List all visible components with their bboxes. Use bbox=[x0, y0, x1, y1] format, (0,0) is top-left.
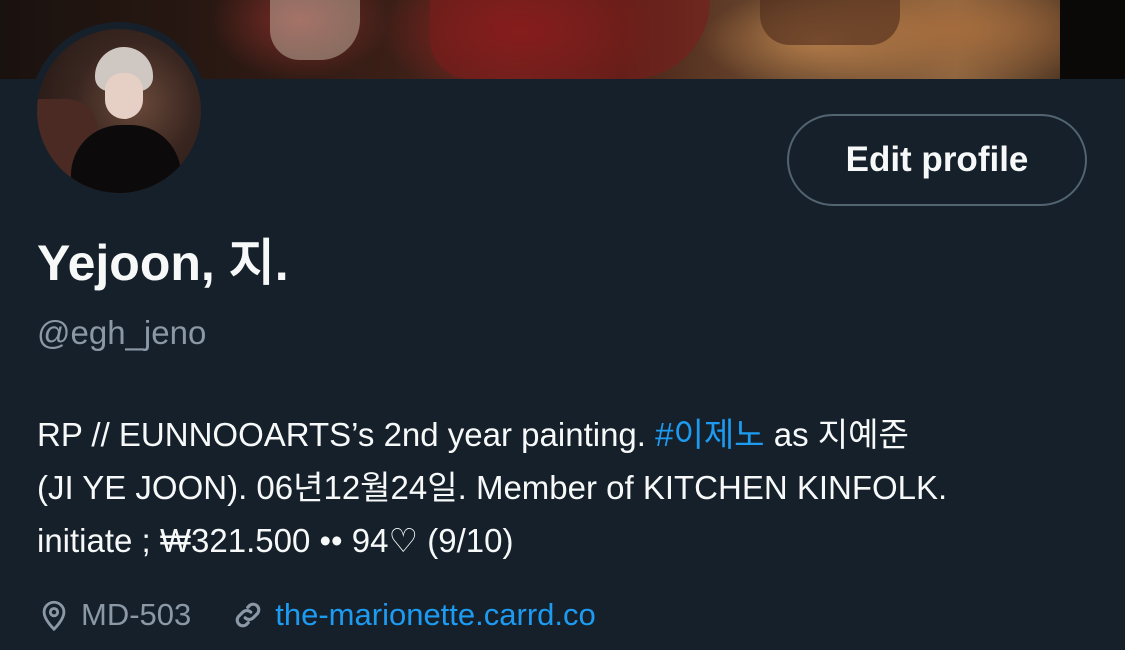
username-handle: @egh_jeno bbox=[37, 314, 207, 351]
website-item[interactable]: the-marionette.carrd.co bbox=[231, 597, 596, 633]
link-icon bbox=[231, 598, 265, 632]
display-name: Yejoon, 지. bbox=[37, 235, 289, 291]
banner-detail bbox=[1060, 0, 1125, 79]
bio-text: as 지예준 bbox=[764, 416, 909, 453]
bio-text: RP // EUNNOOARTS’s 2nd year painting. bbox=[37, 416, 656, 453]
location-text: MD-503 bbox=[81, 597, 192, 632]
edit-profile-button[interactable]: Edit profile bbox=[787, 114, 1087, 206]
location-item: MD-503 bbox=[37, 597, 191, 633]
banner-detail bbox=[760, 0, 900, 45]
avatar-face bbox=[105, 73, 143, 119]
banner-detail bbox=[430, 0, 710, 79]
location-pin-icon bbox=[37, 598, 71, 632]
website-link[interactable]: the-marionette.carrd.co bbox=[275, 597, 595, 633]
banner-detail bbox=[270, 0, 360, 60]
bio-line: (JI YE JOON). 06년12월24일. Member of KITCH… bbox=[37, 469, 948, 506]
profile-meta: MD-503 the-marionette.carrd.co bbox=[37, 591, 596, 639]
bio-line: initiate ; ₩321.500 •• 94♡ (9/10) bbox=[37, 522, 514, 559]
bio-hashtag-link[interactable]: #이제노 bbox=[655, 416, 764, 453]
bio-line: RP // EUNNOOARTS’s 2nd year painting. #이… bbox=[37, 408, 1097, 461]
avatar[interactable] bbox=[37, 29, 201, 193]
profile-bio: RP // EUNNOOARTS’s 2nd year painting. #이… bbox=[37, 408, 1097, 567]
